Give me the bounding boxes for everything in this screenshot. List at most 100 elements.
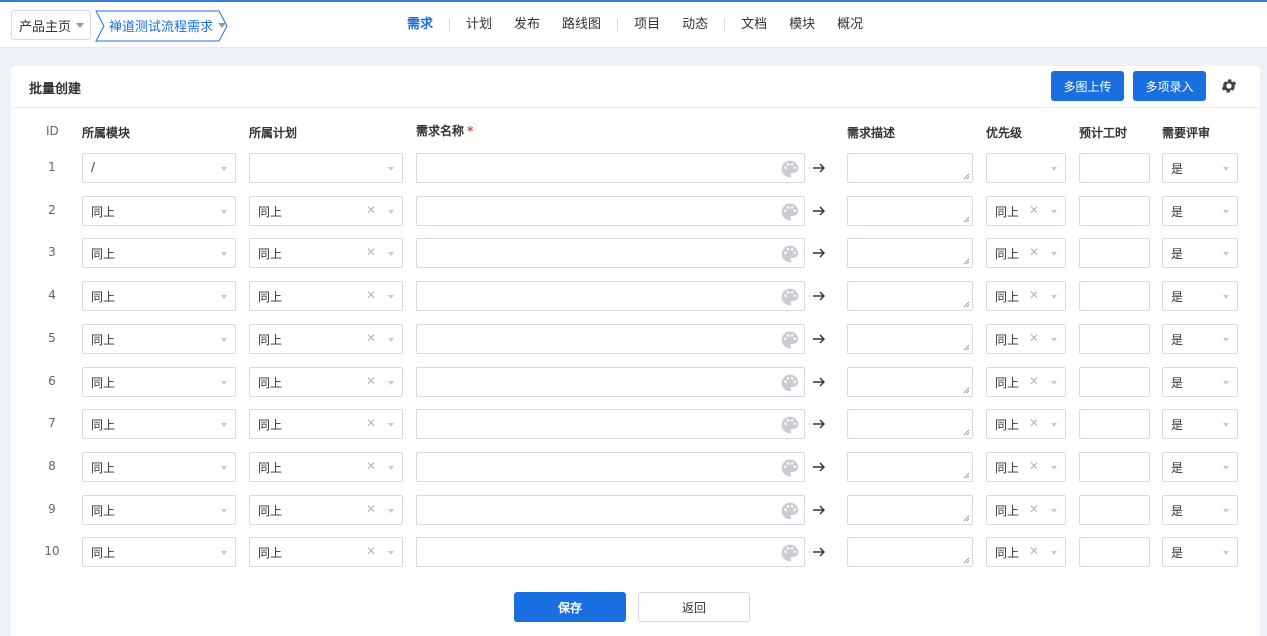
review-select[interactable]: 是 [1162,324,1238,354]
resize-handle-icon[interactable] [963,472,970,479]
clear-x-icon[interactable]: ✕ [1029,288,1039,302]
plan-select[interactable]: 同上 ✕ [249,367,403,397]
estimate-input[interactable] [1079,238,1150,268]
palette-icon[interactable] [780,330,800,350]
priority-select[interactable]: 同上 ✕ [986,537,1066,567]
review-select[interactable]: 是 [1162,196,1238,226]
nav-tab[interactable]: 概况 [826,2,874,48]
clear-x-icon[interactable]: ✕ [1029,416,1039,430]
nav-tab[interactable]: 路线图 [551,2,612,48]
resize-handle-icon[interactable] [963,301,970,308]
story-desc-textarea[interactable] [847,495,973,525]
clear-x-icon[interactable]: ✕ [366,459,376,473]
priority-select[interactable]: 同上 ✕ [986,196,1066,226]
multi-image-upload-button[interactable]: 多图上传 [1051,71,1124,101]
module-select[interactable]: 同上 [82,196,236,226]
priority-select[interactable]: 同上 ✕ [986,452,1066,482]
plan-select[interactable]: 同上 ✕ [249,537,403,567]
plan-select[interactable]: 同上 ✕ [249,196,403,226]
estimate-input[interactable] [1079,367,1150,397]
story-desc-textarea[interactable] [847,324,973,354]
clear-x-icon[interactable]: ✕ [1029,331,1039,345]
story-desc-textarea[interactable] [847,367,973,397]
clear-x-icon[interactable]: ✕ [366,502,376,516]
resize-handle-icon[interactable] [963,429,970,436]
palette-icon[interactable] [780,244,800,264]
module-select[interactable]: 同上 [82,238,236,268]
story-desc-textarea[interactable] [847,409,973,439]
arrow-right-icon[interactable] [812,161,826,175]
plan-select[interactable]: 同上 ✕ [249,495,403,525]
estimate-input[interactable] [1079,153,1150,183]
estimate-input[interactable] [1079,495,1150,525]
story-desc-textarea[interactable] [847,281,973,311]
story-desc-textarea[interactable] [847,537,973,567]
review-select[interactable]: 是 [1162,367,1238,397]
module-select[interactable]: 同上 [82,537,236,567]
resize-handle-icon[interactable] [963,387,970,394]
arrow-right-icon[interactable] [812,289,826,303]
resize-handle-icon[interactable] [963,173,970,180]
arrow-right-icon[interactable] [812,417,826,431]
palette-icon[interactable] [780,159,800,179]
priority-select[interactable] [986,153,1066,183]
priority-select[interactable]: 同上 ✕ [986,495,1066,525]
nav-tab[interactable]: 文档 [730,2,778,48]
palette-icon[interactable] [780,287,800,307]
module-select[interactable]: 同上 [82,281,236,311]
nav-tab[interactable]: 发布 [503,2,551,48]
priority-select[interactable]: 同上 ✕ [986,324,1066,354]
priority-select[interactable]: 同上 ✕ [986,409,1066,439]
priority-select[interactable]: 同上 ✕ [986,281,1066,311]
review-select[interactable]: 是 [1162,495,1238,525]
story-name-input[interactable] [416,495,805,525]
nav-tab[interactable]: 项目 [623,2,671,48]
review-select[interactable]: 是 [1162,452,1238,482]
palette-icon[interactable] [780,373,800,393]
plan-select[interactable]: 同上 ✕ [249,238,403,268]
clear-x-icon[interactable]: ✕ [1029,374,1039,388]
story-name-input[interactable] [416,238,805,268]
story-name-input[interactable] [416,153,805,183]
plan-select[interactable]: 同上 ✕ [249,452,403,482]
review-select[interactable]: 是 [1162,238,1238,268]
arrow-right-icon[interactable] [812,204,826,218]
nav-tab[interactable]: 计划 [455,2,503,48]
module-select[interactable]: / [82,153,236,183]
palette-icon[interactable] [780,415,800,435]
estimate-input[interactable] [1079,537,1150,567]
review-select[interactable]: 是 [1162,409,1238,439]
review-select[interactable]: 是 [1162,537,1238,567]
nav-tab[interactable]: 需求 [396,2,444,48]
clear-x-icon[interactable]: ✕ [1029,203,1039,217]
palette-icon[interactable] [780,202,800,222]
plan-select[interactable]: 同上 ✕ [249,324,403,354]
story-name-input[interactable] [416,537,805,567]
multi-entry-button[interactable]: 多项录入 [1133,71,1206,101]
clear-x-icon[interactable]: ✕ [366,331,376,345]
arrow-right-icon[interactable] [812,545,826,559]
resize-handle-icon[interactable] [963,557,970,564]
story-name-input[interactable] [416,324,805,354]
module-select[interactable]: 同上 [82,409,236,439]
clear-x-icon[interactable]: ✕ [366,203,376,217]
story-name-input[interactable] [416,367,805,397]
save-button[interactable]: 保存 [514,592,626,622]
estimate-input[interactable] [1079,196,1150,226]
story-name-input[interactable] [416,452,805,482]
module-select[interactable]: 同上 [82,367,236,397]
clear-x-icon[interactable]: ✕ [366,245,376,259]
nav-tab[interactable]: 动态 [671,2,719,48]
arrow-right-icon[interactable] [812,460,826,474]
module-select[interactable]: 同上 [82,495,236,525]
story-name-input[interactable] [416,409,805,439]
arrow-right-icon[interactable] [812,503,826,517]
plan-select[interactable]: 同上 ✕ [249,409,403,439]
story-desc-textarea[interactable] [847,238,973,268]
clear-x-icon[interactable]: ✕ [366,544,376,558]
breadcrumb-home-dropdown[interactable]: 产品主页 [11,10,91,40]
palette-icon[interactable] [780,543,800,563]
module-select[interactable]: 同上 [82,452,236,482]
resize-handle-icon[interactable] [963,515,970,522]
estimate-input[interactable] [1079,409,1150,439]
